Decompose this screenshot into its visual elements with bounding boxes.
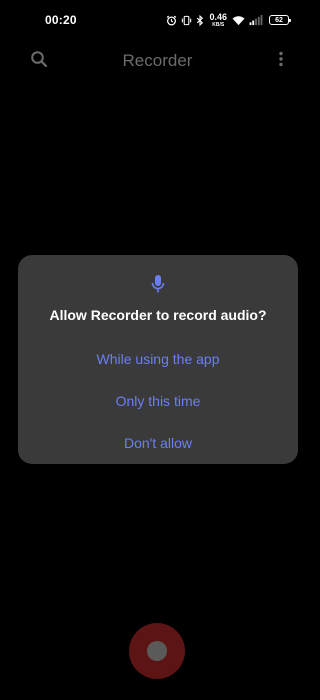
net-speed: 0.46 KB/S [209, 11, 227, 28]
app-title: Recorder [122, 51, 193, 70]
app-header: Recorder [0, 40, 315, 82]
more-vert-icon [279, 51, 283, 72]
status-bar: 00:20 0.46 KB/S 62 [0, 0, 315, 40]
wifi-icon [232, 15, 245, 26]
signal-icon [249, 14, 263, 26]
allow-once-button[interactable]: Only this time [38, 388, 278, 414]
permission-dialog: Allow Recorder to record audio? While us… [18, 255, 298, 464]
status-icons: 0.46 KB/S 62 [166, 11, 291, 28]
vibrate-icon [181, 15, 192, 26]
record-icon [147, 641, 167, 661]
dialog-icon-wrapper [18, 274, 298, 294]
status-time: 00:20 [45, 13, 77, 27]
more-options-button[interactable] [275, 51, 287, 71]
microphone-icon [151, 274, 165, 294]
record-button[interactable] [129, 623, 185, 679]
dialog-title: Allow Recorder to record audio? [49, 307, 267, 323]
bluetooth-icon [196, 14, 204, 26]
battery-icon: 62 [269, 15, 291, 25]
alarm-icon [166, 15, 177, 26]
net-speed-value: 0.46 [209, 11, 227, 22]
deny-button[interactable]: Don't allow [38, 430, 278, 456]
net-speed-unit: KB/S [212, 21, 225, 28]
allow-while-using-button[interactable]: While using the app [38, 346, 278, 372]
